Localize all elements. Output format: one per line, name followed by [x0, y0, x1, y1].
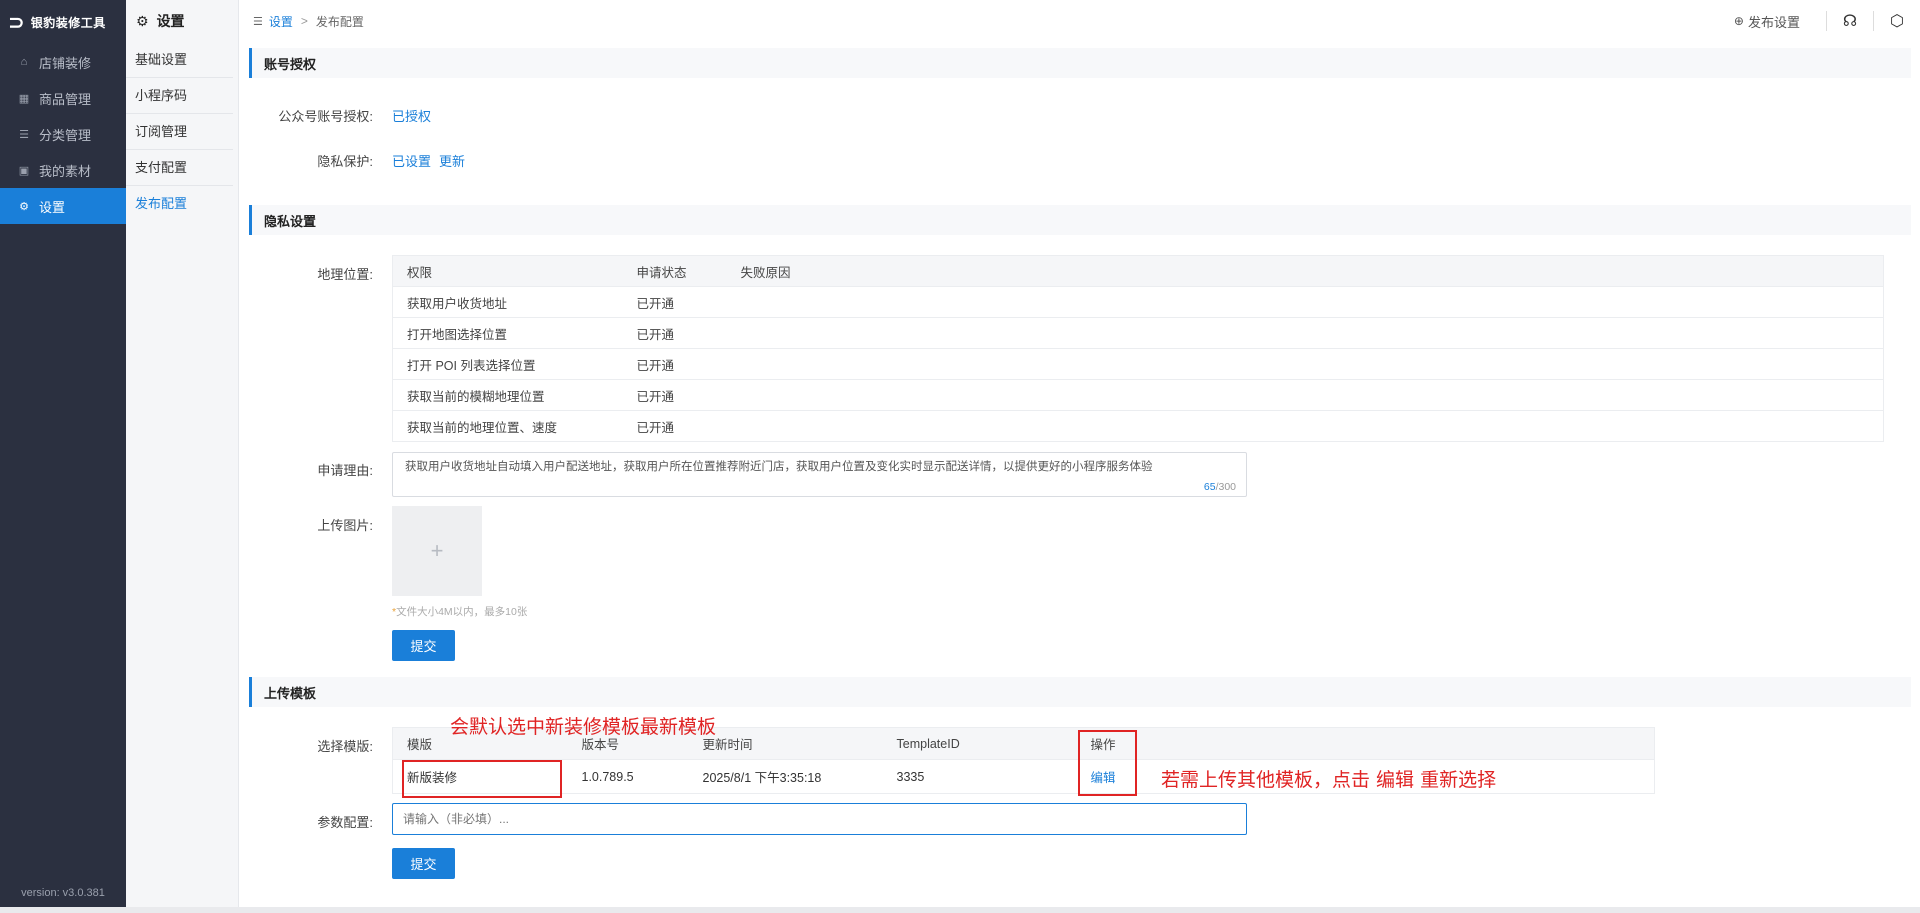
- plus-icon: +: [430, 538, 444, 563]
- submenu-item-payment[interactable]: 支付配置: [126, 150, 233, 186]
- permission-fail-reason: [726, 379, 1884, 411]
- menu-lines-icon[interactable]: ☰: [253, 15, 263, 28]
- submenu-item-basic[interactable]: 基础设置: [126, 42, 233, 78]
- gear-icon: ⚙: [19, 200, 29, 213]
- gear-icon: ⚙: [136, 12, 149, 29]
- col-permission: 权限: [392, 255, 623, 287]
- privacy-submit-button[interactable]: 提交: [392, 630, 455, 661]
- breadcrumb-separator: >: [300, 14, 308, 28]
- template-name: 新版装修: [392, 759, 568, 794]
- nav-item-categories[interactable]: ☰ 分类管理: [0, 116, 126, 152]
- col-action: 操作: [1076, 727, 1655, 760]
- breadcrumb: ☰ 设置 > 发布配置: [239, 13, 364, 30]
- annotation-edit-note: 若需上传其他模板，点击 编辑 重新选择: [1161, 769, 1497, 791]
- list-icon: ☰: [19, 128, 29, 141]
- nav-item-label: 店铺装修: [39, 55, 92, 71]
- section-title-template: 上传模板: [249, 677, 1911, 707]
- permission-fail-reason: [726, 286, 1884, 318]
- upload-tip: *文件大小4M以内，最多10张: [392, 606, 528, 618]
- hexagon-settings-icon[interactable]: ⬡: [1874, 11, 1920, 31]
- char-counter: 65/300: [1203, 481, 1236, 493]
- permissions-table: 权限 申请状态 失败原因 获取用户收货地址 已开通 打开地图选择位置 已开通 打…: [392, 255, 1884, 442]
- template-updated: 2025/8/1 下午3:35:18: [688, 759, 883, 794]
- permission-status: 已开通: [622, 286, 727, 318]
- col-status: 申请状态: [622, 255, 727, 287]
- privacy-update-link[interactable]: 更新: [439, 151, 465, 170]
- privacy-protect-label: 隐私保护:: [317, 154, 373, 169]
- location-label: 地理位置:: [317, 267, 373, 282]
- nav-item-settings[interactable]: ⚙ 设置: [0, 188, 126, 224]
- table-row: 获取当前的地理位置、速度 已开通: [392, 410, 1884, 442]
- permission-status: 已开通: [622, 379, 727, 411]
- annotation-default-note: 会默认选中新装修模板最新模板: [450, 716, 717, 738]
- brand-mark-icon: ⊃: [8, 11, 25, 34]
- publish-settings-button[interactable]: ⊕ 发布设置: [1734, 12, 1800, 31]
- col-fail-reason: 失败原因: [726, 255, 1884, 287]
- brand-logo[interactable]: ⊃ 银豹装修工具: [0, 0, 126, 44]
- permission-name: 获取当前的模糊地理位置: [392, 379, 623, 411]
- main-content: 账号授权 公众号账号授权: 已授权 隐私保护: 已设置 更新 隐私设置 地理位置…: [239, 42, 1920, 907]
- template-version: 1.0.789.5: [567, 759, 689, 794]
- nav-item-store-decor[interactable]: ⌂ 店铺装修: [0, 44, 126, 80]
- table-row: 获取当前的模糊地理位置 已开通: [392, 379, 1884, 411]
- nav-item-label: 商品管理: [39, 91, 92, 107]
- permission-name: 获取当前的地理位置、速度: [392, 410, 623, 442]
- nav-item-label: 设置: [39, 199, 66, 215]
- permission-fail-reason: [726, 410, 1884, 442]
- top-actions: ⊕ 发布设置 ☊ ⬡: [1734, 0, 1920, 42]
- nav-item-products[interactable]: ▦ 商品管理: [0, 80, 126, 116]
- submenu-item-subscription[interactable]: 订阅管理: [126, 114, 233, 150]
- privacy-set-link[interactable]: 已设置: [392, 151, 431, 170]
- table-row: 获取用户收货地址 已开通: [392, 286, 1884, 318]
- brand-name: 银豹装修工具: [30, 15, 106, 30]
- upload-label: 上传图片:: [317, 518, 373, 533]
- top-bar: ☰ 设置 > 发布配置 ⊕ 发布设置 ☊ ⬡: [239, 0, 1920, 42]
- template-id: 3335: [882, 759, 1077, 794]
- section-title-account: 账号授权: [249, 48, 1911, 78]
- reason-text: 获取用户收货地址自动填入用户配送地址，获取用户所在位置推荐附近门店，获取用户位置…: [405, 461, 1153, 473]
- image-upload-button[interactable]: +: [392, 506, 482, 596]
- col-updated: 更新时间: [688, 727, 883, 760]
- permission-name: 打开 POI 列表选择位置: [392, 348, 623, 380]
- main-nav: ⊃ 银豹装修工具 ⌂ 店铺装修 ▦ 商品管理 ☰ 分类管理 ▣ 我的素材 ⚙ 设…: [0, 0, 126, 907]
- permission-name: 获取用户收货地址: [392, 286, 623, 318]
- submenu-title: ⚙ 设置: [136, 12, 185, 30]
- breadcrumb-current: 发布配置: [315, 14, 364, 29]
- permission-status: 已开通: [622, 317, 727, 349]
- table-row: 打开地图选择位置 已开通: [392, 317, 1884, 349]
- nav-item-label: 我的素材: [39, 163, 92, 179]
- col-template-id: TemplateID: [882, 727, 1077, 760]
- permission-fail-reason: [726, 317, 1884, 349]
- section-title-privacy: 隐私设置: [249, 205, 1911, 235]
- permission-status: 已开通: [622, 410, 727, 442]
- version-label: version: v3.0.381: [21, 887, 105, 899]
- headset-icon[interactable]: ☊: [1827, 11, 1873, 31]
- nav-item-label: 分类管理: [39, 127, 92, 143]
- settings-submenu: ⚙ 设置 基础设置 小程序码 订阅管理 支付配置 发布配置: [126, 0, 239, 907]
- bottom-strip: [0, 907, 1920, 913]
- reason-label: 申请理由:: [317, 463, 373, 478]
- nav-item-materials[interactable]: ▣ 我的素材: [0, 152, 126, 188]
- template-submit-button[interactable]: 提交: [392, 848, 455, 879]
- edit-template-link[interactable]: 编辑: [1091, 771, 1116, 785]
- mp-auth-label: 公众号账号授权:: [278, 109, 373, 124]
- upload-circle-icon: ⊕: [1733, 14, 1744, 28]
- breadcrumb-settings[interactable]: 设置: [269, 13, 293, 30]
- submenu-item-publish[interactable]: 发布配置: [126, 186, 233, 222]
- reason-textarea[interactable]: 获取用户收货地址自动填入用户配送地址，获取用户所在位置推荐附近门店，获取用户位置…: [392, 452, 1247, 497]
- permission-name: 打开地图选择位置: [392, 317, 623, 349]
- submenu-item-qrcode[interactable]: 小程序码: [126, 78, 233, 114]
- image-icon: ▣: [18, 164, 30, 177]
- mp-auth-status-link[interactable]: 已授权: [392, 106, 431, 125]
- grid-icon: ▦: [18, 92, 30, 105]
- table-header-row: 权限 申请状态 失败原因: [392, 255, 1884, 287]
- permission-fail-reason: [726, 348, 1884, 380]
- store-icon: ⌂: [20, 56, 28, 68]
- param-config-input[interactable]: [392, 803, 1247, 835]
- select-template-label: 选择模版:: [317, 739, 373, 754]
- param-config-label: 参数配置:: [317, 815, 373, 830]
- table-row: 打开 POI 列表选择位置 已开通: [392, 348, 1884, 380]
- permission-status: 已开通: [622, 348, 727, 380]
